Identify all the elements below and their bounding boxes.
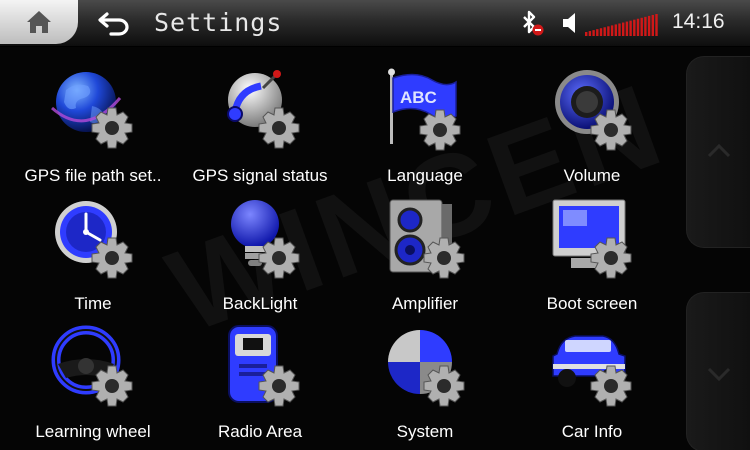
settings-screen: Settings 14:16 WINCEN — [0, 0, 750, 450]
back-arrow-icon — [98, 12, 129, 36]
globe-gear-icon — [51, 72, 133, 149]
tile-label: Amplifier — [391, 294, 459, 313]
tile-label: BackLight — [222, 294, 298, 313]
tile-label: Learning wheel — [35, 422, 151, 441]
tile-time[interactable]: Time — [8, 188, 178, 314]
tile-label: Time — [74, 294, 112, 313]
tile-backlight[interactable]: BackLight — [175, 188, 345, 314]
svg-text:ABC: ABC — [400, 88, 437, 107]
volume-bar — [647, 15, 651, 36]
pie-chart-gear-icon — [388, 330, 465, 407]
amplifier-gear-icon — [389, 199, 465, 279]
volume-bar — [585, 32, 588, 36]
volume-bar — [640, 17, 643, 36]
chevron-up-icon — [707, 143, 731, 158]
volume-bar — [633, 19, 636, 36]
volume-bar — [610, 25, 614, 36]
side-scroll-panel — [686, 56, 750, 450]
tile-amplifier[interactable]: Amplifier — [340, 188, 510, 314]
radio-gear-icon — [228, 325, 300, 407]
car-gear-icon — [552, 335, 632, 407]
bulb-gear-icon — [231, 200, 300, 279]
volume-bar — [592, 30, 595, 36]
volume-bar — [629, 20, 632, 36]
volume-bar — [588, 31, 592, 36]
status-bar: Settings 14:16 — [0, 0, 750, 47]
speaker-icon[interactable] — [560, 11, 582, 35]
tile-language[interactable]: ABC Language — [340, 60, 510, 186]
tile-volume[interactable]: Volume — [507, 60, 677, 186]
tile-label: Boot screen — [546, 294, 638, 313]
steering-wheel-gear-icon — [51, 325, 133, 407]
page-title: Settings — [154, 8, 283, 37]
volume-bar — [596, 29, 599, 36]
tile-radio-area[interactable]: Radio Area — [175, 316, 345, 442]
volume-bar — [636, 18, 640, 36]
volume-bar — [614, 24, 617, 36]
clock-gear-icon — [55, 201, 133, 279]
clock: 14:16 — [672, 10, 725, 33]
tile-label: GPS signal status — [192, 166, 328, 185]
volume-bar — [644, 16, 647, 36]
volume-bar — [655, 14, 658, 36]
tile-learning-wheel[interactable]: Learning wheel — [8, 316, 178, 442]
monitor-gear-icon — [552, 199, 632, 279]
tile-label: Radio Area — [217, 422, 303, 441]
abc-flag-gear-icon: ABC — [388, 68, 461, 151]
volume-level-icon[interactable] — [585, 12, 659, 36]
chevron-down-icon — [707, 367, 731, 382]
tile-gps-file-path[interactable]: GPS file path set.. — [8, 60, 178, 186]
tile-boot-screen[interactable]: Boot screen — [507, 188, 677, 314]
volume-bar — [625, 21, 629, 36]
volume-bar — [599, 28, 603, 36]
tile-label: System — [396, 422, 454, 441]
tile-label: Language — [387, 166, 463, 185]
satellite-gear-icon — [227, 70, 300, 149]
tile-system[interactable]: System — [340, 316, 510, 442]
volume-bar — [651, 14, 654, 36]
tile-label: Volume — [563, 166, 621, 185]
home-button[interactable] — [0, 0, 78, 44]
back-button[interactable] — [94, 6, 134, 40]
volume-bar — [618, 23, 621, 36]
volume-bar — [603, 27, 606, 36]
tile-label: Car Info — [561, 422, 623, 441]
page-down-button[interactable] — [686, 292, 750, 450]
bluetooth-off-icon[interactable] — [516, 9, 546, 37]
page-up-button[interactable] — [686, 56, 750, 248]
speaker-gear-icon — [555, 70, 632, 151]
volume-bar — [622, 22, 625, 36]
tile-car-info[interactable]: Car Info — [507, 316, 677, 442]
tile-gps-signal-status[interactable]: GPS signal status — [175, 60, 345, 186]
volume-bar — [607, 26, 610, 36]
home-icon — [27, 11, 51, 33]
tile-label: GPS file path set.. — [24, 166, 162, 185]
